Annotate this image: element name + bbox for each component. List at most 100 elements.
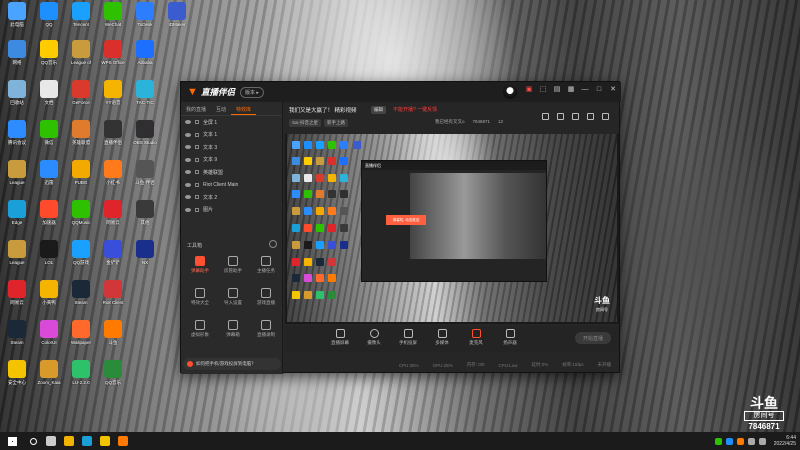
start-live-button[interactable]: 开始直播	[575, 332, 611, 344]
scene-item[interactable]: 文本 2	[181, 191, 282, 204]
desktop-icon[interactable]: League	[2, 160, 32, 194]
lock-icon[interactable]	[195, 207, 199, 212]
desktop-icon[interactable]: League	[2, 240, 32, 274]
tool-button[interactable]: 导入设置	[218, 288, 248, 314]
desktop-icon[interactable]: 其他	[130, 200, 160, 234]
desktop-icon[interactable]: 回收站	[2, 80, 32, 114]
desktop-icon[interactable]: 小红书	[98, 160, 128, 194]
tool-button[interactable]: 游戏直播	[251, 288, 281, 314]
task-view-taskbar-button[interactable]	[42, 432, 60, 450]
desktop-icon[interactable]: 网络	[2, 40, 32, 74]
desktop-icon[interactable]: Zoom_Kaia	[34, 360, 64, 394]
scene-item[interactable]: 全屏 1	[181, 116, 282, 129]
desktop-icon[interactable]: League of	[66, 40, 96, 74]
grid-icon[interactable]: ▦	[567, 86, 575, 94]
version-badge[interactable]: 版本 ▸	[240, 86, 264, 98]
camera-button[interactable]: 摄像头	[359, 329, 389, 346]
room-title[interactable]: 我们又是大赢了！ 精彩视频	[289, 106, 357, 114]
start-button[interactable]	[0, 432, 24, 450]
desktop-icon[interactable]: 金铲铲	[98, 240, 128, 274]
tool-button[interactable]: 弹幕箱	[218, 320, 248, 346]
message-icon[interactable]: ⬚	[539, 86, 547, 94]
desktop-icon[interactable]: NX	[130, 240, 160, 274]
visibility-icon[interactable]	[185, 120, 191, 125]
maximize-button[interactable]: □	[595, 86, 603, 94]
desktop-icon[interactable]: LOL	[34, 240, 64, 274]
desktop-icon[interactable]: 迅雷	[34, 160, 64, 194]
desktop-icon[interactable]: PUBG	[66, 160, 96, 194]
desktop-icon[interactable]: Alibaba	[130, 40, 160, 74]
screenshot-icon[interactable]	[557, 113, 564, 120]
visibility-icon[interactable]	[185, 132, 191, 137]
desktop-icon[interactable]: 斗鱼	[98, 320, 128, 354]
projection-tip[interactable]: 如何把手机/游戏投屏到电脑？	[183, 358, 281, 370]
desktop-icon[interactable]: 此电脑	[2, 2, 32, 36]
scene-item[interactable]: 英雄联盟	[181, 166, 282, 179]
desktop-icon[interactable]: OBS Studio	[130, 120, 160, 154]
desktop-icon[interactable]: Edge	[2, 200, 32, 234]
desktop-icon[interactable]: GeForce	[66, 80, 96, 114]
lock-icon[interactable]	[195, 120, 199, 125]
lock-icon[interactable]	[195, 182, 199, 187]
desktop-icon[interactable]: Steam	[2, 320, 32, 354]
desktop-icon[interactable]: 斗鱼·伴侣	[130, 160, 160, 194]
phone-cast-button[interactable]: 手机投屏	[393, 329, 423, 346]
menu-icon[interactable]: ▤	[553, 86, 561, 94]
desktop-icon[interactable]: TAC·TIC	[130, 80, 160, 114]
scene-item[interactable]: 图片	[181, 204, 282, 217]
network-icon[interactable]	[747, 437, 755, 445]
media-button[interactable]: 多媒体	[427, 329, 457, 346]
desktop-icon[interactable]: 加速器	[34, 200, 64, 234]
scene-item[interactable]: 文本 9	[181, 154, 282, 167]
visibility-icon[interactable]	[185, 157, 191, 162]
desktop-icon[interactable]: 直播伴侣	[98, 120, 128, 154]
visibility-icon[interactable]	[185, 182, 191, 187]
lock-icon[interactable]	[195, 170, 199, 175]
desktop-icon[interactable]: QQ音乐	[98, 360, 128, 394]
lock-icon[interactable]	[195, 132, 199, 137]
desktop-icon[interactable]: 网易云	[2, 280, 32, 314]
system-clock[interactable]: 6:44 2022/4/25	[774, 435, 796, 447]
screen-capture-button[interactable]: 直播屏幕	[325, 329, 355, 346]
speaker-button[interactable]: 扬声器	[495, 329, 525, 346]
tab-my-live[interactable]: 我的直播	[181, 102, 211, 115]
room-tag[interactable]: Sai·抖音之星	[289, 119, 322, 127]
volume-icon[interactable]	[758, 437, 766, 445]
desktop-icon[interactable]: 小黄鸭	[34, 280, 64, 314]
desktop-icon[interactable]: WeChat	[98, 2, 128, 36]
tab-effects[interactable]: 特效库	[231, 102, 257, 115]
tool-button[interactable]: 直播录制	[251, 320, 281, 346]
visibility-icon[interactable]	[185, 195, 191, 200]
tool-button[interactable]: 主播任务	[251, 256, 281, 282]
microphone-button[interactable]: 麦克风	[461, 329, 491, 346]
scene-item[interactable]: 文本 1	[181, 129, 282, 142]
desktop-icon[interactable]: 安全中心	[2, 360, 32, 394]
live-preview[interactable]: 直播伴侣 弹幕机, 动态推送 斗鱼 房间号	[285, 134, 619, 324]
user-avatar[interactable]	[503, 85, 517, 99]
edit-room-button[interactable]: 编辑	[371, 106, 386, 114]
close-button[interactable]: ✕	[609, 86, 617, 94]
desktop-icon[interactable]: 英雄联盟	[66, 120, 96, 154]
scene-item[interactable]: 文本 3	[181, 141, 282, 154]
desktop-icon[interactable]: 腾讯会议	[2, 120, 32, 154]
app-titlebar[interactable]: ▼ 直播伴侣 版本 ▸ ▣ ⬚ ▤ ▦ — □ ✕	[181, 82, 621, 102]
lock-icon[interactable]	[195, 157, 199, 162]
desktop-icon[interactable]: WPS Office	[98, 40, 128, 74]
desktop-icon[interactable]: 文档	[34, 80, 64, 114]
desktop-icon[interactable]: YY语音	[98, 80, 128, 114]
live-companion-taskbar-button[interactable]	[114, 432, 132, 450]
douyu-tray-icon[interactable]	[736, 437, 744, 445]
desktop-icon[interactable]: QQ	[34, 2, 64, 36]
toolbox-settings-icon[interactable]	[269, 240, 277, 248]
visibility-icon[interactable]	[185, 170, 191, 175]
qq-tray-icon[interactable]	[725, 437, 733, 445]
desktop-icon[interactable]: IDMaker	[162, 2, 192, 36]
desktop-icon[interactable]: QQMusic	[66, 200, 96, 234]
scene-item[interactable]: Riot Client Main	[181, 179, 282, 192]
lock-icon[interactable]	[195, 195, 199, 200]
visibility-icon[interactable]	[185, 145, 191, 150]
lock-icon[interactable]	[195, 145, 199, 150]
feedback-link[interactable]: 不能开播? 一键反馈	[393, 106, 437, 113]
gift-icon[interactable]: ▣	[525, 86, 533, 94]
desktop-icon[interactable]: Wallpaper	[66, 320, 96, 354]
